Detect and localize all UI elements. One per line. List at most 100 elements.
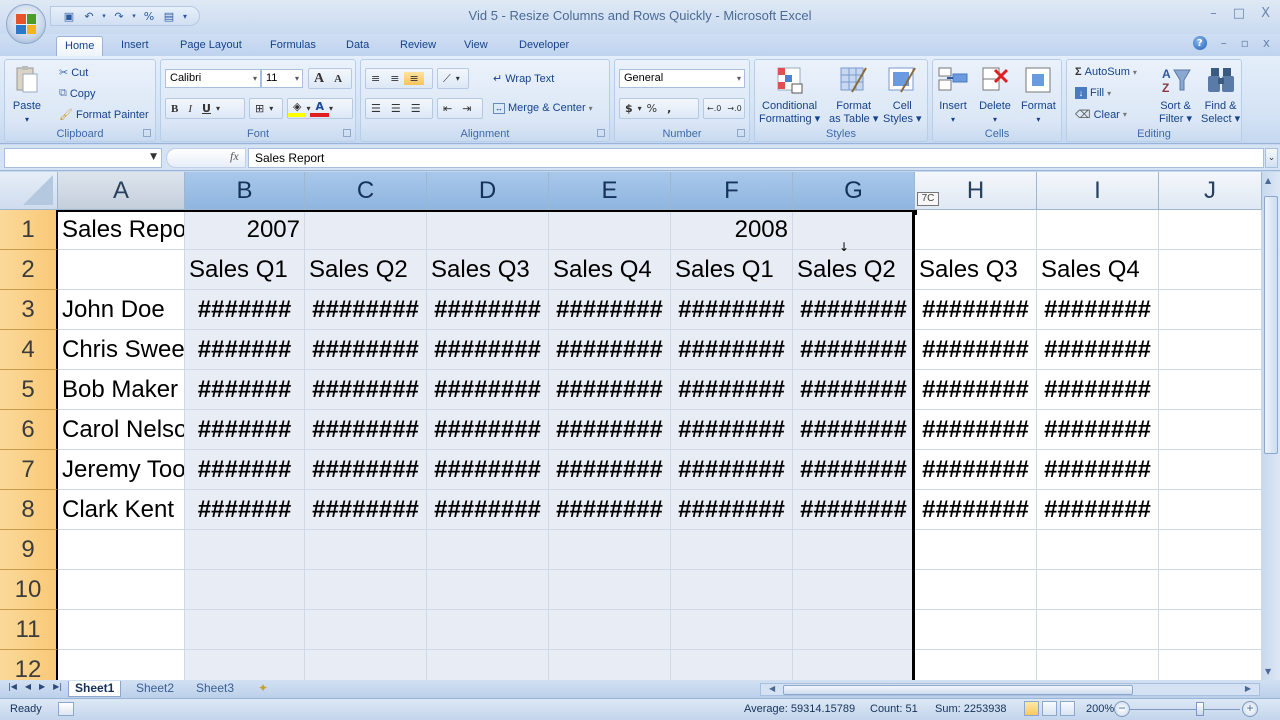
- cell-g3[interactable]: ########: [793, 290, 915, 330]
- cell-a8[interactable]: Clark Kent: [58, 490, 185, 530]
- cell-e6[interactable]: ########: [549, 410, 671, 450]
- zoom-out-button[interactable]: −: [1114, 701, 1130, 717]
- cell-d10[interactable]: [427, 570, 549, 610]
- column-header-i[interactable]: I: [1037, 172, 1159, 210]
- font-name-combo[interactable]: Calibri ▾: [165, 69, 261, 88]
- cell-g5[interactable]: ########: [793, 370, 915, 410]
- cell-f10[interactable]: [671, 570, 793, 610]
- tab-review[interactable]: Review: [392, 36, 444, 56]
- cell-styles-button[interactable]: Cell Styles ▾: [883, 64, 922, 126]
- tab-view[interactable]: View: [456, 36, 496, 56]
- cell-h6[interactable]: ########: [915, 410, 1037, 450]
- row-header-12[interactable]: 12: [0, 650, 58, 680]
- cell-b6[interactable]: #######: [185, 410, 305, 450]
- cell-e1[interactable]: [549, 210, 671, 250]
- cell-b5[interactable]: #######: [185, 370, 305, 410]
- increase-decimal-button[interactable]: ←.0: [704, 104, 724, 113]
- first-sheet-icon[interactable]: |◀: [8, 682, 17, 691]
- grow-font-button[interactable]: A: [309, 71, 329, 87]
- cell-g6[interactable]: ########: [793, 410, 915, 450]
- tab-developer[interactable]: Developer: [511, 36, 577, 56]
- chevron-down-icon[interactable]: ▼: [150, 152, 157, 162]
- cell-i5[interactable]: ########: [1037, 370, 1159, 410]
- insert-sheet-icon[interactable]: ✦: [252, 681, 274, 697]
- row-header-8[interactable]: 8: [0, 490, 58, 530]
- row-header-3[interactable]: 3: [0, 290, 58, 330]
- cell-d12[interactable]: [427, 650, 549, 680]
- cell-c2[interactable]: Sales Q2: [305, 250, 427, 290]
- cell-f7[interactable]: ########: [671, 450, 793, 490]
- cell-j5[interactable]: [1159, 370, 1262, 410]
- cell-f8[interactable]: ########: [671, 490, 793, 530]
- cell-j8[interactable]: [1159, 490, 1262, 530]
- close-button[interactable]: X: [1261, 6, 1270, 21]
- cell-e2[interactable]: Sales Q4: [549, 250, 671, 290]
- cell-j11[interactable]: [1159, 610, 1262, 650]
- cell-i6[interactable]: ########: [1037, 410, 1159, 450]
- cell-j12[interactable]: [1159, 650, 1262, 680]
- sheet-tab-1[interactable]: Sheet1: [68, 681, 122, 697]
- office-button[interactable]: [6, 4, 46, 44]
- cell-i10[interactable]: [1037, 570, 1159, 610]
- tab-data[interactable]: Data: [338, 36, 377, 56]
- vertical-scrollbar[interactable]: ▲ ▼: [1262, 172, 1280, 680]
- cell-f4[interactable]: ########: [671, 330, 793, 370]
- zoom-slider-thumb[interactable]: [1196, 702, 1205, 716]
- insert-cells-button[interactable]: Insert ▾: [937, 64, 969, 126]
- currency-button[interactable]: $: [620, 102, 638, 115]
- format-as-table-button[interactable]: Format as Table ▾: [829, 64, 878, 126]
- cell-g1[interactable]: [793, 210, 915, 250]
- clear-button[interactable]: ⌫ Clear ▾: [1075, 108, 1127, 122]
- cell-d7[interactable]: ########: [427, 450, 549, 490]
- tab-formulas[interactable]: Formulas: [262, 36, 324, 56]
- cell-g11[interactable]: [793, 610, 915, 650]
- column-header-f[interactable]: F: [671, 172, 793, 210]
- save-icon[interactable]: ▣: [61, 8, 77, 24]
- format-cells-icon[interactable]: %: [141, 8, 157, 24]
- alignment-launcher-icon[interactable]: [597, 129, 605, 137]
- cell-a2[interactable]: [58, 250, 185, 290]
- cell-j3[interactable]: [1159, 290, 1262, 330]
- cell-h7[interactable]: ########: [915, 450, 1037, 490]
- maximize-button[interactable]: □: [1233, 6, 1245, 21]
- cell-a3[interactable]: John Doe: [58, 290, 185, 330]
- find-select-button[interactable]: Find & Select ▾: [1201, 64, 1240, 126]
- cell-f9[interactable]: [671, 530, 793, 570]
- cell-d9[interactable]: [427, 530, 549, 570]
- bold-button[interactable]: B: [166, 103, 183, 115]
- cell-e3[interactable]: ########: [549, 290, 671, 330]
- column-header-j[interactable]: J: [1159, 172, 1262, 210]
- cell-f3[interactable]: ########: [671, 290, 793, 330]
- redo-icon[interactable]: ↷: [111, 8, 127, 24]
- expand-formula-bar-icon[interactable]: ⌄: [1265, 148, 1278, 168]
- cell-c3[interactable]: ########: [305, 290, 427, 330]
- cell-f11[interactable]: [671, 610, 793, 650]
- vertical-scroll-thumb[interactable]: [1264, 196, 1278, 454]
- cell-c11[interactable]: [305, 610, 427, 650]
- cell-i11[interactable]: [1037, 610, 1159, 650]
- cell-j6[interactable]: [1159, 410, 1262, 450]
- align-middle-icon[interactable]: ≡: [385, 72, 404, 85]
- cell-i12[interactable]: [1037, 650, 1159, 680]
- workbook-restore-button[interactable]: ▫: [1241, 36, 1249, 50]
- cell-g7[interactable]: ########: [793, 450, 915, 490]
- cell-c10[interactable]: [305, 570, 427, 610]
- cell-g10[interactable]: [793, 570, 915, 610]
- cell-h10[interactable]: [915, 570, 1037, 610]
- cell-d2[interactable]: Sales Q3: [427, 250, 549, 290]
- cell-i1[interactable]: [1037, 210, 1159, 250]
- cell-h11[interactable]: [915, 610, 1037, 650]
- undo-dropdown-icon[interactable]: ▾: [101, 8, 107, 24]
- undo-icon[interactable]: ↶: [81, 8, 97, 24]
- cell-h5[interactable]: ########: [915, 370, 1037, 410]
- insert-function-button[interactable]: fx: [230, 149, 239, 164]
- cell-c8[interactable]: ########: [305, 490, 427, 530]
- copy-button[interactable]: ⧉ Copy: [59, 87, 96, 100]
- cell-i9[interactable]: [1037, 530, 1159, 570]
- cell-g4[interactable]: ########: [793, 330, 915, 370]
- zoom-in-button[interactable]: +: [1242, 701, 1258, 717]
- font-color-button[interactable]: A: [310, 100, 329, 117]
- cell-c5[interactable]: ########: [305, 370, 427, 410]
- name-box[interactable]: ▼: [4, 148, 162, 168]
- cell-d8[interactable]: ########: [427, 490, 549, 530]
